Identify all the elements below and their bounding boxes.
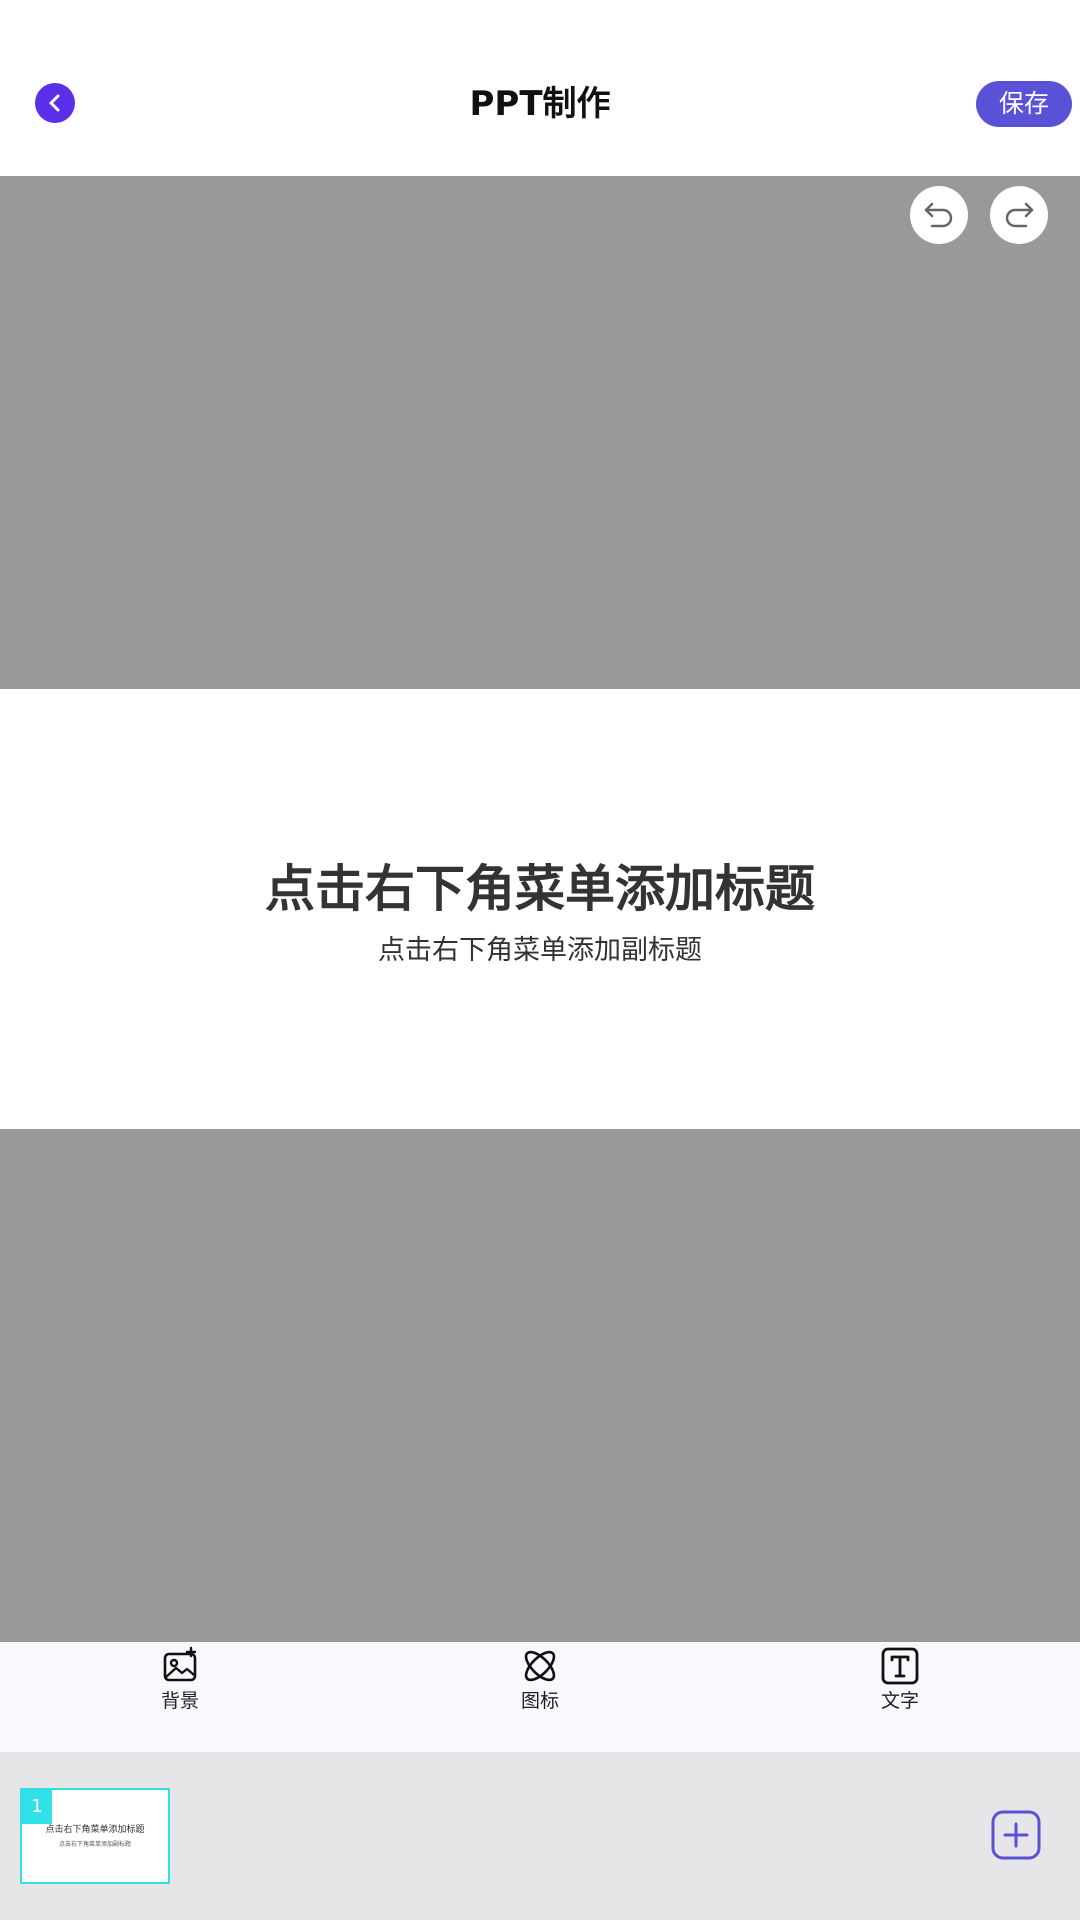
- editing-canvas: 点击右下角菜单添加标题 点击右下角菜单添加副标题: [0, 176, 1080, 1796]
- slide-title[interactable]: 点击右下角菜单添加标题: [0, 857, 1080, 921]
- icon-tool-button[interactable]: 图标: [480, 1646, 600, 1726]
- undo-button[interactable]: [910, 186, 968, 244]
- text-tool-label: 文字: [880, 1690, 919, 1712]
- text-icon: [881, 1647, 919, 1685]
- undo-icon: [924, 202, 953, 228]
- text-tool-button[interactable]: 文字: [840, 1646, 960, 1726]
- redo-icon: [1005, 202, 1034, 228]
- plus-icon: [991, 1810, 1041, 1860]
- bottom-toolbar: 背景 图标 文字: [0, 1642, 1080, 1752]
- slide-thumbnail[interactable]: 1 点击右下角菜单添加标题 点击右下角菜单添加副标题: [20, 1788, 170, 1884]
- save-button[interactable]: 保存: [976, 81, 1072, 127]
- slide-number-badge: 1: [22, 1790, 52, 1824]
- slide-strip: 1 点击右下角菜单添加标题 点击右下角菜单添加副标题: [0, 1752, 1080, 1920]
- slide-subtitle[interactable]: 点击右下角菜单添加副标题: [0, 932, 1080, 970]
- icon-tool-label: 图标: [520, 1690, 559, 1712]
- ppt-editor-screen: PPT制作 保存 点击右下角菜单添加标题 点击右下角菜单添加副标题 背景 图标 …: [0, 0, 1080, 1920]
- thumbnail-subtitle: 点击右下角菜单添加副标题: [58, 1841, 131, 1848]
- slide-canvas[interactable]: 点击右下角菜单添加标题 点击右下角菜单添加副标题: [0, 689, 1080, 1129]
- add-slide-button[interactable]: [991, 1810, 1041, 1860]
- image-icon: [163, 1646, 197, 1682]
- background-tool-label: 背景: [160, 1690, 199, 1712]
- redo-button[interactable]: [990, 186, 1048, 244]
- thumbnail-title: 点击右下角菜单添加标题: [45, 1825, 145, 1835]
- header-bar: PPT制作 保存: [0, 0, 1080, 176]
- page-title: PPT制作: [469, 84, 611, 124]
- atom-icon: [524, 1650, 556, 1682]
- background-tool-button[interactable]: 背景: [120, 1646, 240, 1726]
